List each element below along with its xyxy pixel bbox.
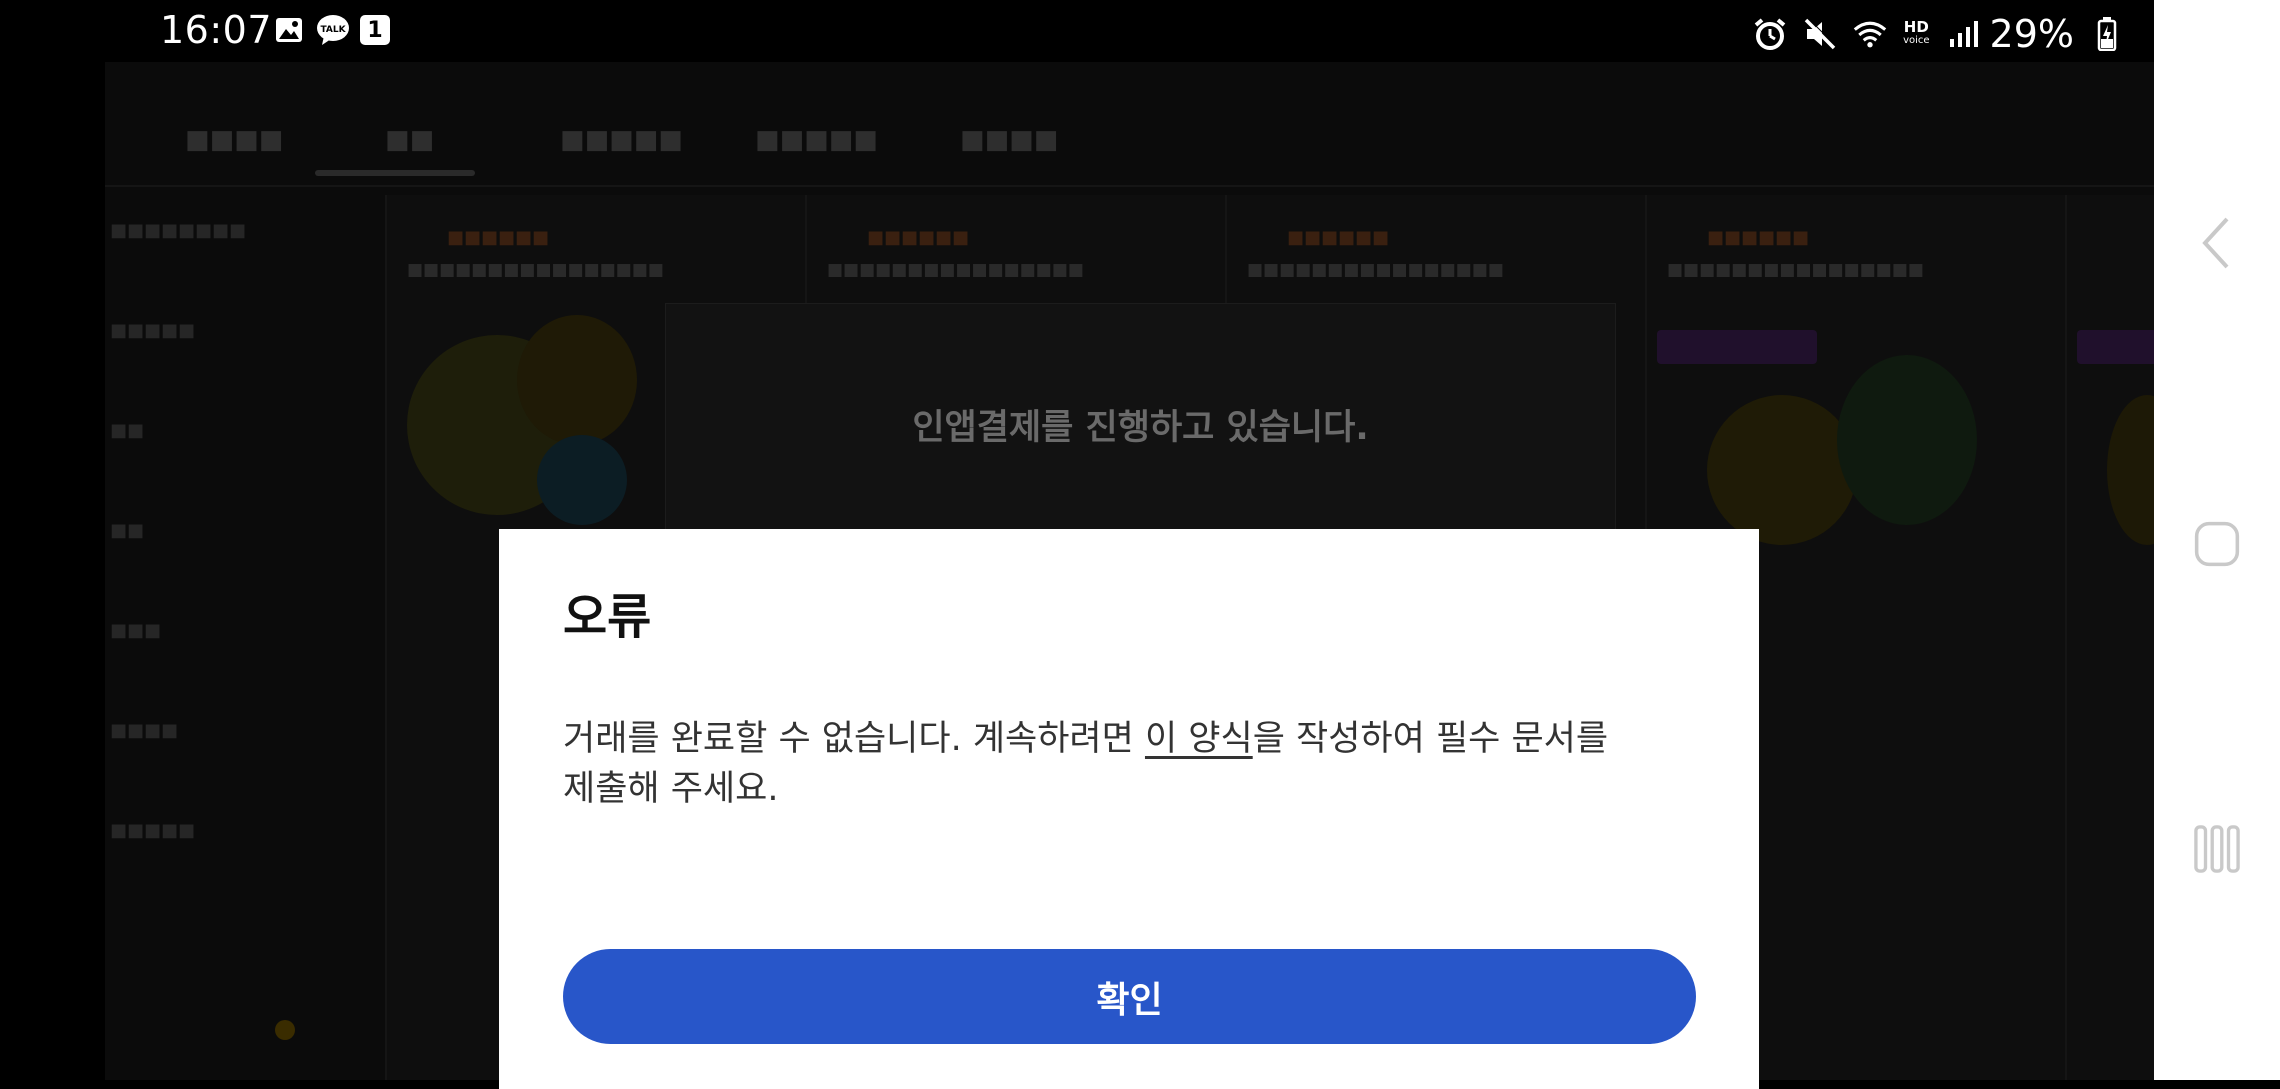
background-card-label — [2077, 330, 2154, 364]
background-side-item: ■■■■■ — [110, 820, 196, 841]
back-icon[interactable] — [2194, 215, 2240, 271]
background-side-item: ■■ — [110, 520, 145, 541]
signal-icon — [1946, 17, 1980, 51]
background-side-item: ■■■■■ — [110, 320, 196, 341]
wifi-icon — [1853, 17, 1887, 51]
background-card-image — [517, 315, 637, 445]
hd-voice-label: HD — [1903, 18, 1929, 36]
background-tab: ■■ — [385, 125, 435, 155]
home-icon[interactable] — [2194, 518, 2240, 570]
notification-badge-icon: 1 — [360, 15, 390, 45]
battery-charging-icon — [2090, 17, 2124, 51]
coin-icon — [275, 1020, 295, 1040]
hd-voice-icon: HD voice — [1903, 20, 1929, 48]
error-message-text: 거래를 완료할 수 없습니다. 계속하려면 — [563, 719, 1145, 759]
background-tab-underline — [315, 170, 475, 176]
mute-icon — [1803, 17, 1837, 51]
error-dialog-message: 거래를 완료할 수 없습니다. 계속하려면 이 양식을 작성하여 필수 문서를 … — [563, 714, 1643, 814]
background-card-tag: ■■■■■■ — [447, 227, 550, 248]
gallery-icon — [272, 13, 306, 47]
processing-message: 인앱결제를 진행하고 있습니다. — [912, 408, 1369, 448]
alarm-icon — [1753, 17, 1787, 51]
background-tab: ■■■■■ — [755, 125, 878, 155]
background-side-item: ■■ — [110, 420, 145, 441]
background-card-label — [1657, 330, 1817, 364]
background-card-subtitle: ■■■■■■■■■■■■■■■■ — [827, 260, 1084, 280]
background-tab: ■■■■ — [960, 125, 1059, 155]
error-dialog-title: 오류 — [563, 589, 652, 645]
background-card-tag: ■■■■■■ — [867, 227, 970, 248]
svg-text:TALK: TALK — [320, 25, 346, 35]
background-card-subtitle: ■■■■■■■■■■■■■■■■ — [1247, 260, 1504, 280]
background-card-image — [1707, 395, 1857, 545]
battery-percent: 29% — [1989, 12, 2074, 56]
kakaotalk-icon: TALK — [316, 13, 350, 47]
navigation-bar — [2154, 0, 2280, 1080]
background-card-tag: ■■■■■■ — [1287, 227, 1390, 248]
background-card-subtitle: ■■■■■■■■■■■■■■■■ — [1667, 260, 1924, 280]
confirm-button[interactable]: 확인 — [563, 949, 1696, 1044]
processing-dialog: 인앱결제를 진행하고 있습니다. — [665, 303, 1616, 565]
status-time: 16:07 — [160, 8, 273, 52]
status-system-icons: HD voice 29% — [1753, 12, 2124, 56]
background-divider — [105, 185, 2154, 187]
background-tab: ■■■■ — [185, 125, 284, 155]
recents-icon[interactable] — [2194, 823, 2240, 875]
background-card-tag: ■■■■■■ — [1707, 227, 1810, 248]
form-link[interactable]: 이 양식 — [1145, 719, 1253, 759]
background-side-item: ■■■■■■■■ — [110, 220, 247, 241]
background-side-item: ■■■■ — [110, 720, 179, 741]
hd-voice-sublabel: voice — [1903, 35, 1930, 46]
background-tab: ■■■■■ — [560, 125, 683, 155]
background-card — [2065, 195, 2154, 1080]
status-notification-icons: TALK 1 — [272, 13, 390, 47]
error-dialog: 오류 거래를 완료할 수 없습니다. 계속하려면 이 양식을 작성하여 필수 문… — [499, 529, 1759, 1089]
background-card-image — [1837, 355, 1977, 525]
background-card-subtitle: ■■■■■■■■■■■■■■■■ — [407, 260, 664, 280]
left-black-bar — [0, 0, 105, 1080]
background-side-item: ■■■ — [110, 620, 162, 641]
background-card-image — [2107, 395, 2154, 545]
status-bar: 16:07 TALK 1 HD voice 29% — [105, 0, 2154, 62]
background-card-image — [537, 435, 627, 525]
